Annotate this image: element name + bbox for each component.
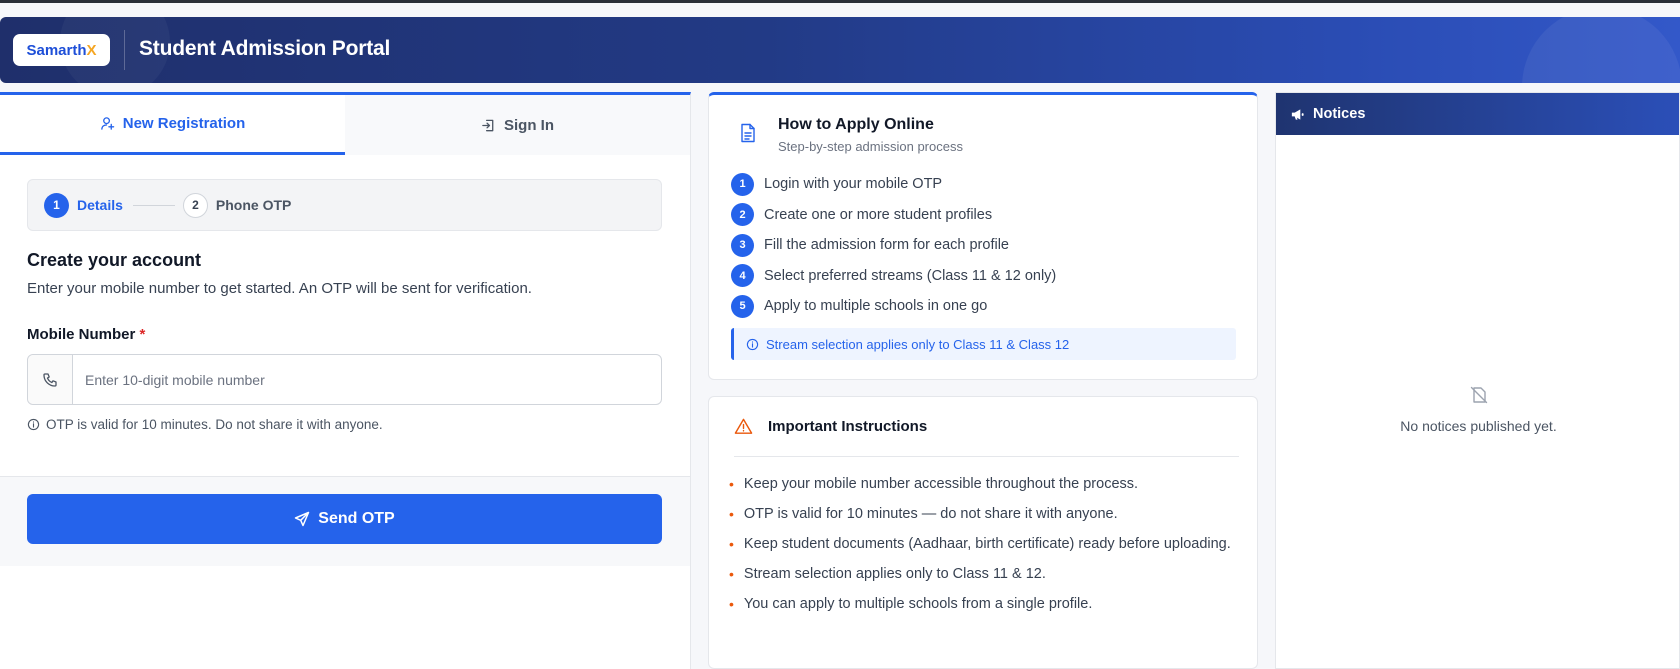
app-header: Samarth X Student Admission Portal (0, 17, 1680, 83)
tab-sign-in[interactable]: Sign In (345, 95, 690, 155)
list-item: 4 Select preferred streams (Class 11 & 12… (731, 261, 1056, 292)
instructions-list: • Keep your mobile number accessible thro… (729, 469, 1231, 619)
info-icon (27, 418, 40, 431)
page-title: Student Admission Portal (139, 37, 391, 60)
step-number-badge: 2 (731, 203, 754, 227)
bullet-icon: • (729, 536, 734, 552)
mobile-label-text: Mobile Number (27, 326, 136, 343)
phone-icon-box (28, 355, 73, 404)
step-text: Apply to multiple schools in one go (764, 298, 988, 315)
step-number: 2 (182, 192, 208, 218)
auth-tabs: New Registration Sign In (0, 95, 691, 155)
list-item: • Stream selection applies only to Class … (729, 559, 1231, 589)
user-plus-icon (100, 117, 114, 130)
tab-new-registration[interactable]: New Registration (0, 95, 345, 155)
otp-hint: OTP is valid for 10 minutes. Do not shar… (27, 417, 383, 432)
top-border (0, 0, 1680, 3)
tab-label: New Registration (122, 115, 246, 132)
step-number-badge: 3 (731, 233, 754, 257)
step-label-phone-otp: Phone OTP (215, 197, 292, 213)
registration-panel: New Registration Sign In 1 Details 2 Pho… (0, 92, 691, 669)
otp-hint-text: OTP is valid for 10 minutes. Do not shar… (46, 417, 383, 432)
no-notices-text: No notices published yet. (1400, 418, 1557, 434)
list-item: • Keep student documents (Aadhaar, birth … (729, 529, 1231, 559)
instruction-text: OTP is valid for 10 minutes — do not sha… (743, 506, 1118, 522)
instructions-card: Important Instructions • Keep your mobile… (708, 396, 1258, 669)
form-title: Create your account (27, 250, 202, 270)
form-actions: Send OTP (0, 476, 690, 566)
header-decoration (1522, 17, 1680, 83)
notices-header: Notices (1276, 93, 1679, 135)
list-item: 5 Apply to multiple schools in one go (731, 291, 1056, 322)
stream-note-text: Stream selection applies only to Class 1… (766, 336, 1070, 352)
step-number-badge: 1 (731, 172, 754, 196)
mobile-number-input[interactable] (73, 355, 661, 404)
phone-icon (43, 372, 57, 387)
step-number-badge: 4 (731, 264, 754, 288)
step-text: Fill the admission form for each profile (764, 237, 1009, 254)
send-icon (295, 511, 310, 527)
send-otp-button[interactable]: Send OTP (27, 494, 662, 544)
list-item: • You can apply to multiple schools from … (729, 589, 1231, 619)
list-item: • Keep your mobile number accessible thro… (729, 469, 1231, 499)
list-item: 2 Create one or more student profiles (731, 200, 1056, 231)
header-divider (124, 30, 125, 70)
stream-note: Stream selection applies only to Class 1… (731, 328, 1236, 360)
notices-panel: Notices No notices published yet. (1275, 92, 1680, 669)
logo-main-text: Samarth (26, 41, 87, 59)
instruction-text: Keep your mobile number accessible throu… (743, 476, 1139, 492)
registration-stepper: 1 Details 2 Phone OTP (27, 179, 662, 231)
tab-label: Sign In (504, 116, 554, 134)
required-marker: * (139, 326, 146, 343)
list-item: 1 Login with your mobile OTP (731, 169, 1056, 200)
how-to-apply-subtitle: Step-by-step admission process (778, 139, 963, 154)
info-icon (746, 338, 759, 350)
instruction-text: Keep student documents (Aadhaar, birth c… (743, 536, 1231, 552)
instructions-header: Important Instructions (734, 397, 1239, 457)
instruction-text: Stream selection applies only to Class 1… (743, 566, 1046, 582)
logo-accent-text: X (86, 41, 97, 59)
step-text: Select preferred streams (Class 11 & 12 … (764, 267, 1057, 284)
list-item: 3 Fill the admission form for each profil… (731, 230, 1056, 261)
form-subtitle: Enter your mobile number to get started.… (27, 280, 532, 297)
sign-in-icon (482, 119, 494, 131)
step-number: 1 (44, 192, 69, 218)
megaphone-icon (1291, 108, 1304, 120)
how-to-apply-title: How to Apply Online (778, 116, 934, 133)
instructions-title: Important Instructions (768, 418, 928, 435)
how-to-apply-steps: 1 Login with your mobile OTP 2 Create one … (731, 169, 1056, 322)
how-to-apply-card: How to Apply Online Step-by-step admissi… (708, 92, 1258, 380)
step-connector (132, 204, 175, 206)
step-number-badge: 5 (731, 294, 754, 318)
no-notices-icon (1470, 386, 1488, 404)
logo[interactable]: Samarth X (13, 34, 110, 66)
step-text: Login with your mobile OTP (764, 176, 943, 193)
step-label-details: Details (77, 197, 123, 213)
send-otp-label: Send OTP (318, 510, 395, 527)
notices-title: Notices (1313, 106, 1366, 122)
mobile-number-field (27, 354, 662, 405)
bullet-icon: • (729, 506, 734, 522)
mobile-number-label: Mobile Number * (27, 326, 145, 343)
list-item: • OTP is valid for 10 minutes — do not sh… (729, 499, 1231, 529)
document-icon (741, 123, 755, 143)
bullet-icon: • (729, 566, 734, 582)
warning-icon (734, 418, 753, 434)
bullet-icon: • (729, 476, 734, 492)
instruction-text: You can apply to multiple schools from a… (743, 596, 1093, 612)
bullet-icon: • (729, 596, 734, 612)
step-text: Create one or more student profiles (764, 206, 993, 223)
